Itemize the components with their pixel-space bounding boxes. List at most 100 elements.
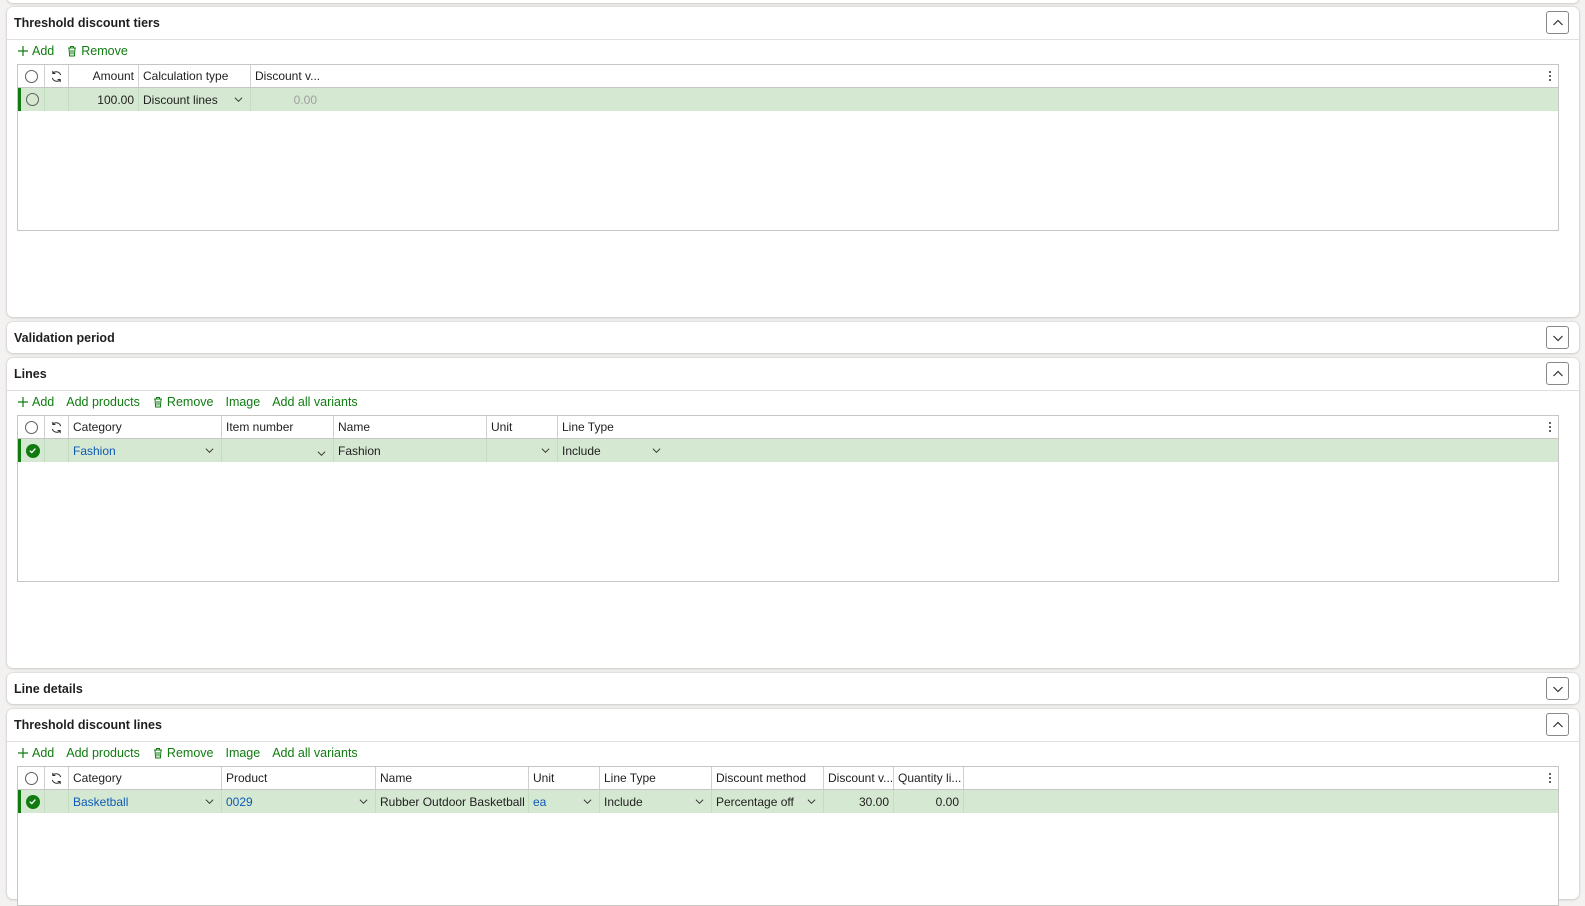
column-header-line-type[interactable]: Line Type (558, 416, 668, 438)
chevron-down-icon[interactable] (205, 446, 214, 455)
line-type-select[interactable]: Include (600, 790, 712, 813)
column-header-discount-value[interactable]: Discount v... (251, 65, 331, 87)
category-select[interactable]: Fashion (69, 439, 222, 462)
table-row[interactable]: 100.00 Discount lines 0.00 (18, 88, 1558, 111)
lines-grid: Category Item number Name Unit Line Type… (17, 415, 1559, 582)
more-options-icon[interactable] (1548, 70, 1552, 82)
discount-method-select[interactable]: Percentage off (712, 790, 824, 813)
threshold-lines-toolbar: Add Add products Remove Image Add all va… (17, 742, 358, 764)
name-cell[interactable]: Rubber Outdoor Basketball (376, 790, 529, 813)
trash-icon (66, 45, 78, 57)
name-cell[interactable]: Fashion (334, 439, 487, 462)
grid-header-row: Category Item number Name Unit Line Type (18, 416, 1558, 439)
section-header[interactable]: Line details (7, 673, 1579, 706)
image-button[interactable]: Image (225, 746, 260, 760)
category-select[interactable]: Basketball (69, 790, 222, 813)
column-header-unit[interactable]: Unit (487, 416, 558, 438)
chevron-down-icon[interactable] (317, 449, 326, 458)
row-select-cell[interactable] (21, 439, 45, 462)
add-button[interactable]: Add (17, 395, 54, 409)
line-type-select[interactable]: Include (558, 439, 668, 462)
trash-icon (152, 396, 164, 408)
column-header-quantity-limit[interactable]: Quantity li... (894, 767, 964, 789)
plus-icon (17, 396, 29, 408)
quantity-limit-cell[interactable]: 0.00 (894, 790, 964, 813)
column-header-item-number[interactable]: Item number (222, 416, 334, 438)
amount-cell[interactable]: 100.00 (69, 88, 139, 111)
section-header[interactable]: Lines (7, 358, 1579, 391)
collapse-button[interactable] (1546, 362, 1569, 385)
unit-select[interactable]: ea (529, 790, 600, 813)
chevron-down-icon[interactable] (807, 797, 816, 806)
remove-button[interactable]: Remove (66, 44, 128, 58)
expand-button[interactable] (1546, 677, 1569, 700)
column-header-amount[interactable]: Amount (69, 65, 139, 87)
select-all-cell[interactable] (18, 416, 45, 438)
chevron-down-icon[interactable] (541, 446, 550, 455)
select-all-radio[interactable] (24, 771, 38, 785)
remove-button[interactable]: Remove (152, 395, 213, 409)
previous-section-edge (7, 0, 1579, 3)
add-button[interactable]: Add (17, 746, 54, 760)
refresh-cell[interactable] (45, 416, 69, 438)
select-all-cell[interactable] (18, 65, 45, 87)
section-title: Lines (14, 367, 47, 381)
image-button[interactable]: Image (225, 395, 260, 409)
item-number-select[interactable] (222, 439, 334, 462)
collapse-button[interactable] (1546, 11, 1569, 34)
remove-button[interactable]: Remove (152, 746, 213, 760)
discount-value-cell[interactable]: 30.00 (824, 790, 894, 813)
more-options-icon[interactable] (1548, 421, 1552, 433)
lines-toolbar: Add Add products Remove Image Add all va… (17, 391, 358, 413)
table-row[interactable]: Basketball 0029 Rubber Outdoor Basketbal… (18, 790, 1558, 813)
column-header-name[interactable]: Name (376, 767, 529, 789)
add-all-variants-button[interactable]: Add all variants (272, 395, 357, 409)
threshold-lines-grid: Category Product Name Unit Line Type Dis… (17, 766, 1559, 906)
row-spacer-cell (45, 790, 69, 813)
row-select-radio[interactable] (26, 93, 39, 106)
grid-header-row: Amount Calculation type Discount v... (18, 65, 1558, 88)
row-select-cell[interactable] (21, 790, 45, 813)
checkmark-icon[interactable] (25, 443, 40, 458)
checkmark-icon[interactable] (25, 794, 40, 809)
unit-select[interactable] (487, 439, 558, 462)
section-header[interactable]: Threshold discount tiers (7, 7, 1579, 40)
validation-period-section: Validation period (7, 322, 1579, 353)
add-all-variants-button[interactable]: Add all variants (272, 746, 357, 760)
select-all-radio[interactable] (24, 420, 38, 434)
chevron-down-icon[interactable] (359, 797, 368, 806)
tiers-toolbar: Add Remove (17, 40, 128, 62)
column-header-discount-value[interactable]: Discount v... (824, 767, 894, 789)
row-select-cell[interactable] (21, 88, 45, 111)
section-title: Validation period (14, 331, 115, 345)
column-header-category[interactable]: Category (69, 416, 222, 438)
chevron-down-icon[interactable] (583, 797, 592, 806)
column-header-line-type[interactable]: Line Type (600, 767, 712, 789)
add-products-button[interactable]: Add products (66, 746, 140, 760)
column-header-unit[interactable]: Unit (529, 767, 600, 789)
refresh-cell[interactable] (45, 767, 69, 789)
calculation-type-select[interactable]: Discount lines (139, 88, 251, 111)
discount-value-cell: 0.00 (293, 92, 317, 107)
select-all-cell[interactable] (18, 767, 45, 789)
column-header-product[interactable]: Product (222, 767, 376, 789)
column-header-discount-method[interactable]: Discount method (712, 767, 824, 789)
chevron-down-icon[interactable] (205, 797, 214, 806)
chevron-down-icon[interactable] (234, 95, 243, 104)
product-select[interactable]: 0029 (222, 790, 376, 813)
expand-button[interactable] (1546, 326, 1569, 349)
column-header-category[interactable]: Category (69, 767, 222, 789)
collapse-button[interactable] (1546, 713, 1569, 736)
select-all-radio[interactable] (24, 69, 38, 83)
chevron-down-icon[interactable] (652, 446, 661, 455)
column-header-name[interactable]: Name (334, 416, 487, 438)
add-button[interactable]: Add (17, 44, 54, 58)
section-header[interactable]: Threshold discount lines (7, 709, 1579, 742)
column-header-calculation-type[interactable]: Calculation type (139, 65, 251, 87)
more-options-icon[interactable] (1548, 772, 1552, 784)
table-row[interactable]: Fashion Fashion Include (18, 439, 1558, 462)
chevron-down-icon[interactable] (695, 797, 704, 806)
add-products-button[interactable]: Add products (66, 395, 140, 409)
section-header[interactable]: Validation period (7, 322, 1579, 355)
refresh-cell[interactable] (45, 65, 69, 87)
